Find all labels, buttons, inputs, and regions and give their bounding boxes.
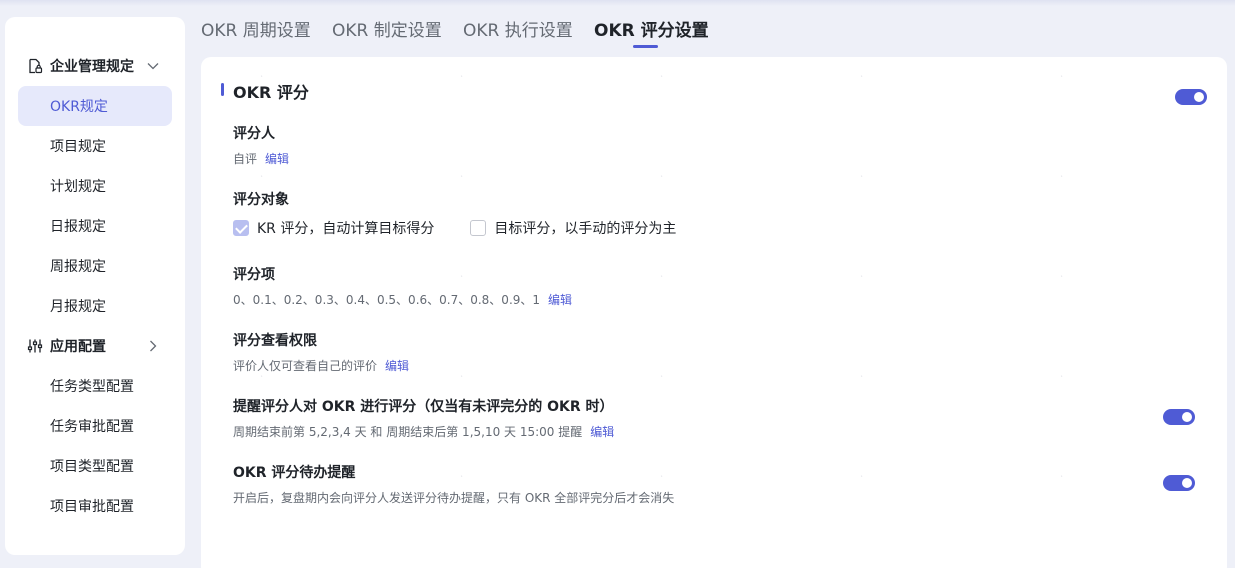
sidebar-item-project-rules[interactable]: 项目规定	[18, 126, 172, 166]
target-title: 评分对象	[233, 192, 289, 208]
sidebar-item-label: 日报规定	[50, 219, 106, 235]
raters-value: 自评	[233, 152, 258, 166]
todo-desc: 开启后，复盘期内会向评分人发送评分待办提醒，只有 OKR 全部评完分后才会消失	[233, 491, 675, 505]
tab-okr-execution-settings[interactable]: OKR 执行设置	[463, 16, 573, 41]
remind-edit-link[interactable]: 编辑	[590, 425, 614, 439]
score-items-title: 评分项	[233, 267, 275, 283]
top-shadow	[0, 0, 1235, 6]
remind-toggle[interactable]	[1163, 409, 1195, 425]
sidebar-item-label: 项目规定	[50, 139, 106, 155]
objective-scoring-checkbox[interactable]	[470, 220, 487, 236]
score-items-desc: 0、0.1、0.2、0.3、0.4、0.5、0.6、0.7、0.8、0.9、1 编…	[233, 291, 572, 308]
tab-okr-cycle-settings[interactable]: OKR 周期设置	[201, 16, 311, 41]
sidebar-item-label: 项目类型配置	[50, 459, 134, 475]
sidebar-item-label: 周报规定	[50, 259, 106, 275]
raters-edit-link[interactable]: 编辑	[265, 152, 289, 166]
target-options: KR 评分，自动计算目标得分 目标评分，以手动的评分为主	[233, 218, 676, 238]
sliders-icon	[27, 339, 43, 353]
scoring-settings-card: OKR 评分 评分人 自评 编辑 评分对象 KR 评分，自动计算目标得分 目标评分…	[201, 57, 1227, 568]
sidebar-item-project-approval-config[interactable]: 项目审批配置	[18, 486, 172, 526]
sidebar-item-monthly-report-rules[interactable]: 月报规定	[18, 286, 172, 326]
remind-value: 周期结束前第 5,2,3,4 天 和 周期结束后第 1,5,10 天 15:00…	[233, 425, 583, 439]
score-items-edit-link[interactable]: 编辑	[548, 293, 572, 307]
view-permission-value: 评价人仅可查看自己的评价	[233, 359, 378, 373]
active-tab-indicator	[633, 45, 658, 48]
tab-okr-formulation-settings[interactable]: OKR 制定设置	[332, 16, 442, 41]
sidebar-item-task-approval-config[interactable]: 任务审批配置	[18, 406, 172, 446]
view-permission-desc: 评价人仅可查看自己的评价 编辑	[233, 357, 409, 374]
sidebar-group-enterprise-rules[interactable]: 企业管理规定	[5, 46, 185, 86]
sidebar-item-okr-rules[interactable]: OKR规定	[18, 86, 172, 126]
chevron-down-icon	[147, 63, 159, 70]
sidebar-item-label: 月报规定	[50, 299, 106, 315]
todo-toggle[interactable]	[1163, 475, 1195, 491]
objective-scoring-label: 目标评分，以手动的评分为主	[494, 221, 677, 237]
sidebar-item-label: 计划规定	[50, 179, 106, 195]
view-permission-edit-link[interactable]: 编辑	[385, 359, 409, 373]
chevron-right-icon	[150, 340, 157, 352]
sidebar-item-daily-report-rules[interactable]: 日报规定	[18, 206, 172, 246]
sidebar-group-app-config[interactable]: 应用配置	[5, 326, 185, 366]
sidebar-item-plan-rules[interactable]: 计划规定	[18, 166, 172, 206]
raters-desc: 自评 编辑	[233, 150, 289, 167]
sidebar-item-weekly-report-rules[interactable]: 周报规定	[18, 246, 172, 286]
view-permission-title: 评分查看权限	[233, 333, 317, 349]
card-title: OKR 评分	[233, 83, 309, 102]
remind-title: 提醒评分人对 OKR 进行评分（仅当有未评完分的 OKR 时）	[233, 399, 614, 415]
title-accent-bar	[221, 83, 224, 96]
sidebar-item-label: OKR规定	[50, 99, 108, 115]
kr-scoring-label: KR 评分，自动计算目标得分	[257, 221, 435, 237]
sidebar-group-label: 企业管理规定	[50, 59, 134, 75]
sidebar-item-task-type-config[interactable]: 任务类型配置	[18, 366, 172, 406]
sidebar-item-label: 任务类型配置	[50, 379, 134, 395]
sidebar-item-label: 任务审批配置	[50, 419, 134, 435]
raters-title: 评分人	[233, 126, 275, 142]
kr-scoring-checkbox[interactable]	[233, 220, 249, 236]
okr-scoring-toggle[interactable]	[1175, 89, 1207, 105]
remind-desc: 周期结束前第 5,2,3,4 天 和 周期结束后第 1,5,10 天 15:00…	[233, 423, 614, 440]
sidebar-group-label: 应用配置	[50, 339, 106, 355]
score-items-value: 0、0.1、0.2、0.3、0.4、0.5、0.6、0.7、0.8、0.9、1	[233, 293, 541, 307]
document-lock-icon	[29, 58, 43, 74]
tab-okr-scoring-settings[interactable]: OKR 评分设置	[594, 16, 709, 41]
todo-title: OKR 评分待办提醒	[233, 465, 356, 481]
sidebar-item-label: 项目审批配置	[50, 499, 134, 515]
sidebar-item-project-type-config[interactable]: 项目类型配置	[18, 446, 172, 486]
sidebar: 企业管理规定 OKR规定 项目规定 计划规定 日报规定 周报规定 月报规定 应用…	[5, 17, 185, 555]
